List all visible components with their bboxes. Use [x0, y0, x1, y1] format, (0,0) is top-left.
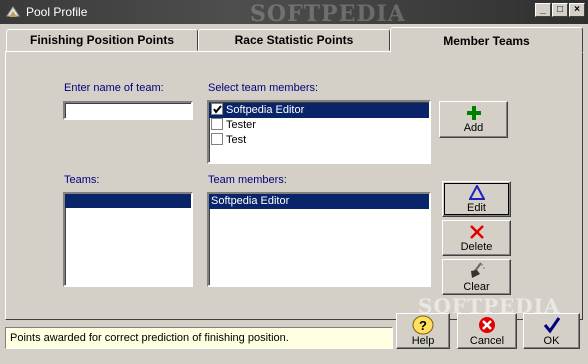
edit-triangle-icon — [467, 183, 486, 203]
delete-button[interactable]: Delete — [442, 220, 511, 256]
team-name-label: Enter name of team: — [64, 82, 164, 94]
team-members-list[interactable]: Softpedia Editor — [207, 192, 431, 287]
member-checkbox-test[interactable]: Test — [209, 133, 429, 148]
add-button[interactable]: Add — [439, 101, 508, 138]
checkbox-unchecked-icon[interactable] — [211, 118, 223, 130]
cancel-button-label: Cancel — [469, 335, 505, 347]
ok-button-label: OK — [543, 335, 560, 347]
edit-button[interactable]: Edit — [442, 181, 511, 217]
help-button-label: Help — [411, 335, 435, 347]
list-item[interactable]: Softpedia Editor — [209, 194, 429, 209]
clear-button[interactable]: Clear — [442, 259, 511, 295]
delete-button-label: Delete — [460, 241, 493, 253]
teams-list[interactable] — [63, 192, 193, 287]
select-members-list[interactable]: Softpedia Editor Tester Test — [207, 100, 431, 164]
team-members-label: Team members: — [208, 174, 287, 186]
help-button[interactable]: ? Help — [396, 313, 450, 349]
list-item[interactable] — [65, 194, 191, 208]
select-members-label: Select team members: — [208, 82, 319, 94]
member-checkbox-tester[interactable]: Tester — [209, 118, 429, 133]
checkbox-checked-icon[interactable] — [211, 103, 223, 115]
edit-button-label: Edit — [467, 202, 486, 214]
checkbox-unchecked-icon[interactable] — [211, 133, 223, 145]
clear-button-label: Clear — [463, 281, 490, 293]
broom-icon — [468, 262, 486, 282]
member-checkbox-softpedia-editor[interactable]: Softpedia Editor — [209, 103, 429, 118]
checkmark-icon — [543, 316, 561, 337]
cancel-icon — [478, 316, 496, 337]
teams-label: Teams: — [64, 174, 100, 186]
ok-button[interactable]: OK — [523, 313, 580, 349]
member-label: Tester — [226, 119, 256, 131]
svg-text:?: ? — [419, 318, 427, 333]
pool-profile-window: Pool Profile SOFTPEDIA _ □ × Finishing P… — [0, 0, 588, 364]
member-label: Test — [226, 134, 247, 146]
status-hint: Points awarded for correct prediction of… — [5, 327, 393, 349]
cancel-button[interactable]: Cancel — [457, 313, 517, 349]
add-button-label: Add — [463, 122, 484, 134]
member-label: Softpedia Editor — [226, 104, 305, 116]
team-name-input[interactable] — [63, 101, 193, 120]
